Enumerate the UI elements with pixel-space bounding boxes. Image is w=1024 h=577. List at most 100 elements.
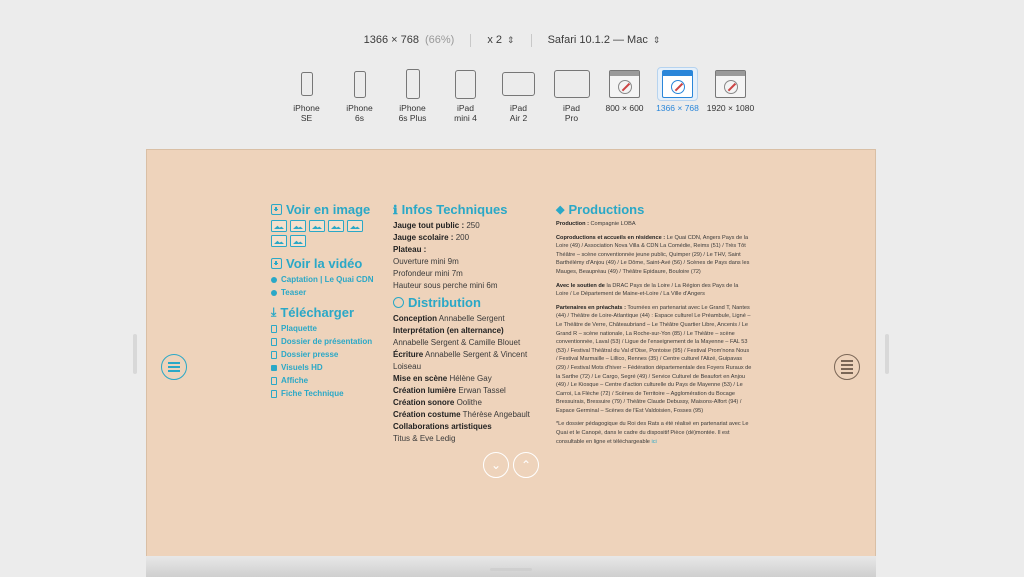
document-icon xyxy=(271,350,277,359)
info-value: Oolithe xyxy=(454,398,482,407)
device-option[interactable]: iPhone 6s Plus xyxy=(386,67,439,123)
zoom-label: (66%) xyxy=(424,34,455,46)
download-link[interactable]: Plaquette xyxy=(271,322,389,335)
download-list: Plaquette Dossier de présentation Dossier … xyxy=(271,322,389,400)
partenaires-value: Tournées en partenariat avec Le Grand T,… xyxy=(556,304,752,414)
info-line: Écriture Annabelle Sergent & Vincent xyxy=(393,349,543,361)
download-link[interactable]: Fiche Technique xyxy=(271,387,389,400)
image-icon[interactable] xyxy=(347,220,363,232)
info-key: Plateau : xyxy=(393,245,427,254)
device-option[interactable]: iPad mini 4 xyxy=(439,67,492,123)
tag-icon: ◆ xyxy=(556,204,565,216)
resolution-label: 1366 × 768 xyxy=(363,34,419,46)
device-option[interactable]: 1366 × 768 xyxy=(651,67,704,113)
coproductions-key: Coproductions et accueils en résidence : xyxy=(556,234,666,241)
device-option[interactable]: iPad Air 2 xyxy=(492,67,545,123)
browser-select[interactable]: Safari 10.1.2 — Mac xyxy=(548,34,648,46)
tablet-icon xyxy=(502,67,535,101)
info-value: Ouverture mini 9m xyxy=(393,257,459,266)
info-line: Ouverture mini 9m xyxy=(393,256,543,268)
device-label: 1920 × 1080 xyxy=(706,103,755,113)
info-line: Conception Annabelle Sergent xyxy=(393,313,543,325)
note-link[interactable]: ici xyxy=(651,439,656,445)
infos-list: Jauge tout public : 250 Jauge scolaire : … xyxy=(393,220,543,292)
voir-image-label: Voir en image xyxy=(286,202,371,217)
chevron-down-icon[interactable]: ⌄ xyxy=(483,452,509,478)
download-link[interactable]: Dossier de présentation xyxy=(271,335,389,348)
browser-window-icon xyxy=(657,67,698,101)
device-option[interactable]: iPhone SE xyxy=(280,67,333,123)
divider xyxy=(530,33,532,47)
menu-icon[interactable] xyxy=(161,354,187,380)
device-option[interactable]: 1920 × 1080 xyxy=(704,67,757,113)
info-value: Thérèse Angebault xyxy=(460,410,530,419)
resize-handle-bottom[interactable] xyxy=(490,568,532,571)
download-label: Plaquette xyxy=(281,324,318,333)
download-label: Fiche Technique xyxy=(281,389,344,398)
tablet-icon xyxy=(553,67,590,101)
scale-select[interactable]: x 2 xyxy=(487,34,502,46)
plus-square-icon xyxy=(271,204,282,215)
info-key: Création costume xyxy=(393,410,461,419)
image-icon[interactable] xyxy=(290,235,306,247)
phone-icon xyxy=(353,67,366,101)
productions-column: ◆ Productions Production : Compagnie LOB… xyxy=(556,202,752,451)
chevron-up-icon[interactable]: ⌃ xyxy=(513,452,539,478)
voir-image-heading[interactable]: Voir en image xyxy=(271,202,389,217)
image-icon[interactable] xyxy=(328,220,344,232)
download-icon: ⤓ xyxy=(271,305,277,319)
device-option[interactable]: 800 × 600 xyxy=(598,67,651,113)
device-label: 800 × 600 xyxy=(605,103,644,113)
info-line: Création sonore Oolithe xyxy=(393,397,543,409)
image-icon[interactable] xyxy=(271,220,287,232)
info-line: Plateau : xyxy=(393,244,543,256)
info-line: Loiseau xyxy=(393,361,543,373)
resize-handle-left[interactable] xyxy=(133,334,137,374)
video-link-captation[interactable]: Captation | Le Quai CDN xyxy=(271,273,389,286)
browser-window-icon xyxy=(609,67,640,101)
image-gallery xyxy=(271,220,381,247)
document-icon xyxy=(271,376,277,385)
distribution-list: Conception Annabelle Sergent Interprétati… xyxy=(393,313,543,445)
download-link[interactable]: Visuels HD xyxy=(271,361,389,374)
note-paragraph: *Le dossier pédagogique du Roi des Rats … xyxy=(556,420,752,446)
info-value: Profondeur mini 7m xyxy=(393,269,463,278)
info-line: Interprétation (en alternance) xyxy=(393,325,543,337)
voir-video-heading[interactable]: Voir la vidéo xyxy=(271,256,389,271)
image-icon[interactable] xyxy=(271,235,287,247)
info-line: Annabelle Sergent & Camille Blouet xyxy=(393,337,543,349)
info-value: 250 xyxy=(464,221,480,230)
info-value: Annabelle Sergent & Vincent xyxy=(423,350,528,359)
info-line: Collaborations artistiques xyxy=(393,421,543,433)
phone-icon xyxy=(405,67,420,101)
page-bottom-strip xyxy=(146,556,876,577)
image-icon[interactable] xyxy=(309,220,325,232)
image-icon[interactable] xyxy=(290,220,306,232)
video-link-teaser[interactable]: Teaser xyxy=(271,286,389,299)
device-option[interactable]: iPad Pro xyxy=(545,67,598,123)
download-link[interactable]: Affiche xyxy=(271,374,389,387)
distribution-heading: Distribution xyxy=(393,295,543,310)
info-key: Interprétation (en alternance) xyxy=(393,326,504,335)
page-nav: ⌄ ⌃ xyxy=(483,452,539,478)
download-link[interactable]: Dossier presse xyxy=(271,348,389,361)
coproductions-paragraph: Coproductions et accueils en résidence :… xyxy=(556,234,752,277)
partenaires-key: Partenaires en préachats : xyxy=(556,304,626,311)
info-value: Titus & Eve Ledig xyxy=(393,434,456,443)
user-icon xyxy=(393,297,404,308)
download-label: Visuels HD xyxy=(281,363,323,372)
document-icon xyxy=(271,324,277,333)
toolbar: 1366 × 768 (66%) x 2 ⇕ Safari 10.1.2 — M… xyxy=(0,30,1024,50)
resize-handle-right[interactable] xyxy=(885,334,889,374)
info-line: Titus & Eve Ledig xyxy=(393,433,543,445)
compass-icon xyxy=(617,79,632,94)
info-key: Conception xyxy=(393,314,437,323)
device-option[interactable]: iPhone 6s xyxy=(333,67,386,123)
info-value: Annabelle Sergent xyxy=(437,314,505,323)
menu-icon[interactable] xyxy=(834,354,860,380)
phone-icon xyxy=(300,67,313,101)
info-value: 200 xyxy=(453,233,470,242)
info-line: Création lumière Erwan Tassel xyxy=(393,385,543,397)
tablet-icon xyxy=(455,67,476,101)
info-key: Création sonore xyxy=(393,398,455,407)
